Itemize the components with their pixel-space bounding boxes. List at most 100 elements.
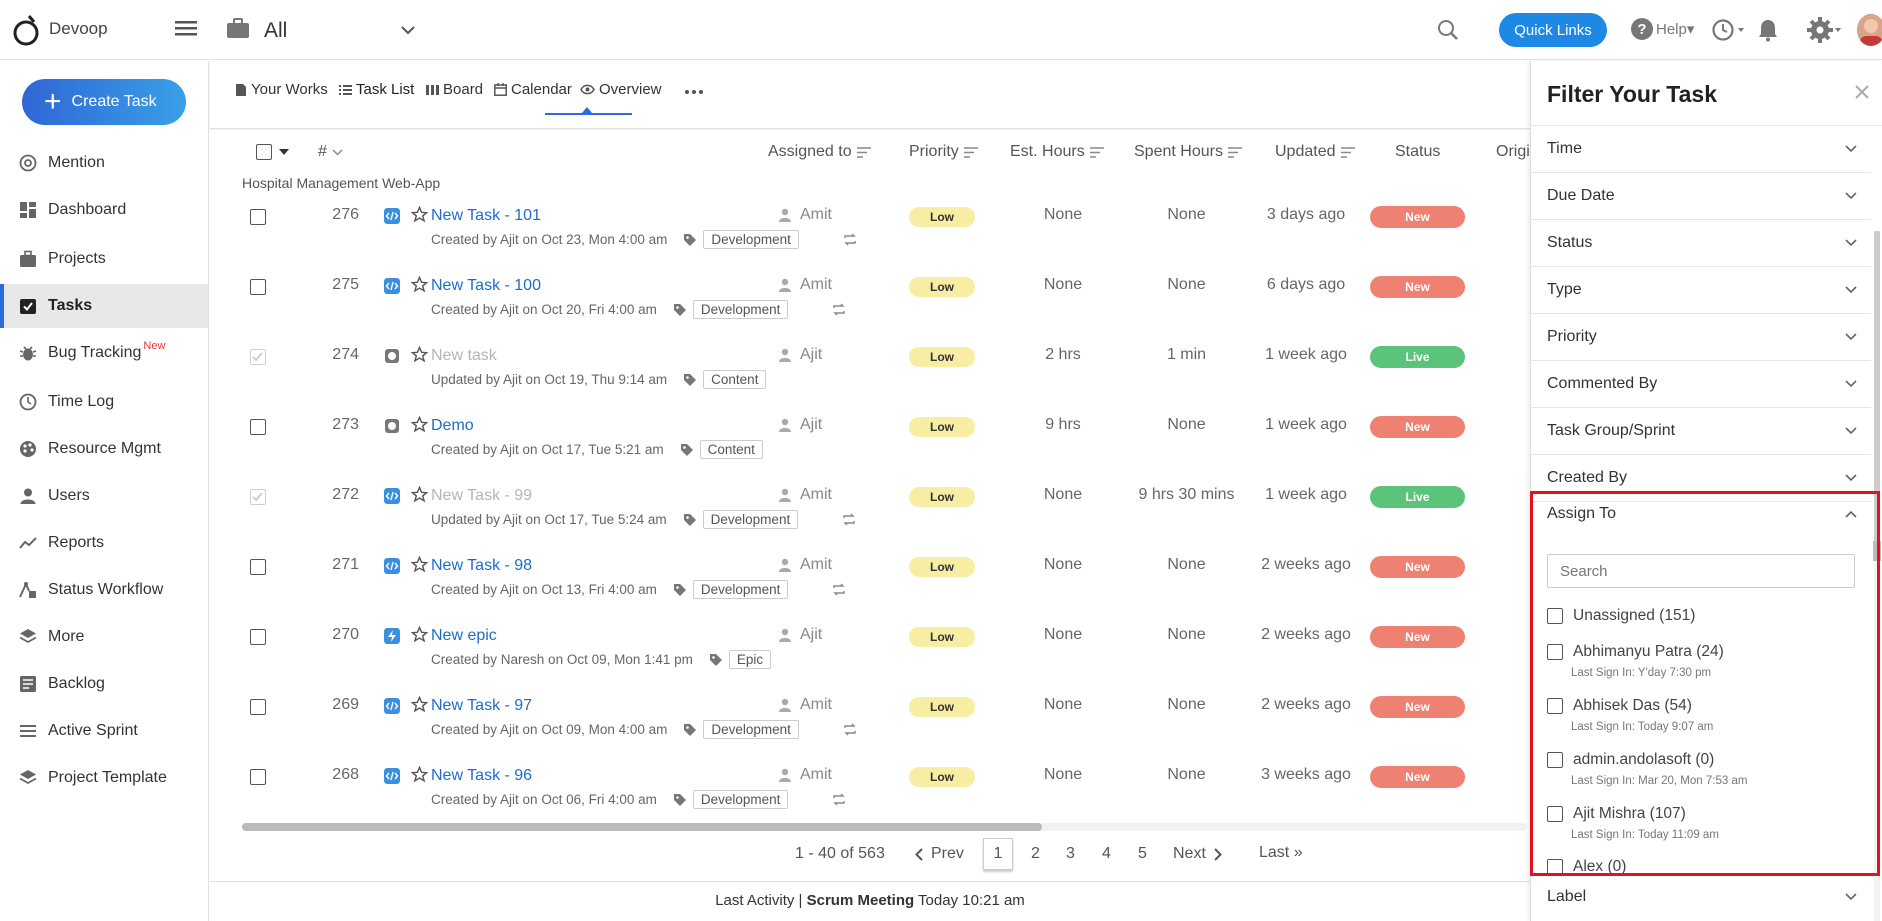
task-tag[interactable]: Development [703, 720, 799, 739]
user-avatar[interactable] [1857, 14, 1882, 46]
star-icon[interactable] [411, 486, 428, 503]
sidebar-item-dashboard[interactable]: Dashboard [0, 188, 208, 232]
priority-badge[interactable]: Low [909, 627, 975, 647]
task-tag[interactable]: Development [692, 790, 789, 809]
star-icon[interactable] [411, 626, 428, 643]
quick-links-button[interactable]: Quick Links [1499, 13, 1607, 47]
sidebar-item-users[interactable]: Users [0, 474, 208, 518]
sidebar-item-backlog[interactable]: Backlog [0, 662, 208, 706]
column-header-spent-hours[interactable]: Spent Hours [1134, 143, 1242, 161]
pagination-page-1[interactable]: 1 [983, 838, 1013, 870]
pagination-page-2[interactable]: 2 [1031, 845, 1040, 863]
task-tag[interactable]: Content [699, 440, 763, 459]
sidebar-item-bug-tracking[interactable]: Bug Tracking New [0, 331, 208, 375]
task-tag[interactable]: Content [703, 370, 767, 389]
sidebar-item-mention[interactable]: Mention [0, 141, 208, 185]
sidebar-item-projects[interactable]: Projects [0, 237, 208, 281]
task-assignee[interactable]: Amit [778, 766, 832, 784]
row-checkbox[interactable] [250, 769, 266, 785]
assignee-option[interactable]: Unassigned (151) [1547, 607, 1695, 625]
assignee-option[interactable]: Abhisek Das (54) [1547, 697, 1692, 715]
chevron-down-icon[interactable] [400, 25, 416, 35]
sidebar-item-status-workflow[interactable]: Status Workflow [0, 568, 208, 612]
priority-badge[interactable]: Low [909, 347, 975, 367]
star-icon[interactable] [411, 696, 428, 713]
star-icon[interactable] [411, 416, 428, 433]
filter-section-commented-by[interactable]: Commented By [1531, 361, 1871, 408]
column-header-assigned[interactable]: Assigned to [768, 143, 871, 161]
priority-badge[interactable]: Low [909, 277, 975, 297]
status-badge[interactable]: New [1370, 206, 1465, 228]
tab-overview[interactable]: Overview [580, 81, 662, 98]
task-tag[interactable]: Development [692, 580, 789, 599]
assignee-checkbox[interactable] [1547, 608, 1563, 624]
task-assignee[interactable]: Amit [778, 486, 832, 504]
sidebar-item-tasks[interactable]: Tasks [0, 284, 208, 328]
row-checkbox[interactable] [250, 419, 266, 435]
pagination-next[interactable]: Next [1173, 845, 1222, 863]
assignee-search-input[interactable] [1547, 554, 1855, 588]
priority-badge[interactable]: Low [909, 487, 975, 507]
task-assignee[interactable]: Ajit [778, 626, 822, 644]
sidebar-item-reports[interactable]: Reports [0, 521, 208, 565]
priority-badge[interactable]: Low [909, 767, 975, 787]
more-options-icon[interactable] [684, 89, 704, 95]
star-icon[interactable] [411, 346, 428, 363]
filter-section-status[interactable]: Status [1531, 220, 1871, 267]
pagination-prev[interactable]: Prev [915, 845, 964, 863]
assignee-checkbox[interactable] [1547, 644, 1563, 660]
assignee-list-scrollbar[interactable] [1873, 541, 1881, 561]
filter-section-task-group-sprint[interactable]: Task Group/Sprint [1531, 408, 1871, 455]
task-assignee[interactable]: Ajit [778, 416, 822, 434]
task-assignee[interactable]: Amit [778, 696, 832, 714]
row-checkbox[interactable] [250, 349, 266, 365]
history-clock-icon[interactable] [1712, 18, 1748, 42]
filter-section-time[interactable]: Time [1531, 126, 1871, 173]
project-selector[interactable]: All [264, 19, 287, 43]
row-checkbox[interactable] [250, 209, 266, 225]
task-title-link[interactable]: New epic [431, 627, 497, 645]
filter-section-priority[interactable]: Priority [1531, 314, 1871, 361]
status-badge[interactable]: New [1370, 556, 1465, 578]
star-icon[interactable] [411, 766, 428, 783]
column-header-origin[interactable]: Origi [1496, 143, 1530, 161]
row-checkbox[interactable] [250, 559, 266, 575]
sidebar-item-time-log[interactable]: Time Log [0, 380, 208, 424]
close-icon[interactable] [1854, 84, 1870, 100]
hamburger-menu-icon[interactable] [175, 18, 199, 40]
filter-section-due-date[interactable]: Due Date [1531, 173, 1871, 220]
task-title-link[interactable]: New task [431, 347, 497, 365]
filter-section-assign-to[interactable]: Assign To [1531, 490, 1871, 537]
pagination-page-4[interactable]: 4 [1102, 845, 1111, 863]
bell-icon[interactable] [1757, 18, 1779, 42]
assignee-option[interactable]: admin.andolasoft (0) [1547, 751, 1714, 769]
task-assignee[interactable]: Amit [778, 556, 832, 574]
column-header-number[interactable]: # [318, 143, 343, 161]
row-checkbox[interactable] [250, 279, 266, 295]
column-header-updated[interactable]: Updated [1275, 143, 1355, 161]
task-tag[interactable]: Development [703, 230, 799, 249]
priority-badge[interactable]: Low [909, 697, 975, 717]
task-assignee[interactable]: Amit [778, 276, 832, 294]
select-all-checkbox[interactable] [256, 144, 272, 160]
priority-badge[interactable]: Low [909, 557, 975, 577]
task-assignee[interactable]: Amit [778, 206, 832, 224]
pagination-page-3[interactable]: 3 [1066, 845, 1075, 863]
row-checkbox[interactable] [250, 699, 266, 715]
task-title-link[interactable]: Demo [431, 417, 474, 435]
task-tag[interactable]: Development [702, 510, 799, 529]
task-title-link[interactable]: New Task - 100 [431, 277, 541, 295]
gear-icon[interactable] [1807, 16, 1845, 44]
assignee-checkbox[interactable] [1547, 752, 1563, 768]
horizontal-scrollbar-thumb[interactable] [242, 823, 1042, 831]
pagination-last[interactable]: Last » [1259, 844, 1303, 862]
star-icon[interactable] [411, 556, 428, 573]
assignee-checkbox[interactable] [1547, 806, 1563, 822]
task-title-link[interactable]: New Task - 96 [431, 767, 532, 785]
star-icon[interactable] [411, 276, 428, 293]
search-icon[interactable] [1437, 19, 1459, 41]
status-badge[interactable]: New [1370, 626, 1465, 648]
task-title-link[interactable]: New Task - 101 [431, 207, 541, 225]
status-badge[interactable]: New [1370, 276, 1465, 298]
task-title-link[interactable]: New Task - 97 [431, 697, 532, 715]
